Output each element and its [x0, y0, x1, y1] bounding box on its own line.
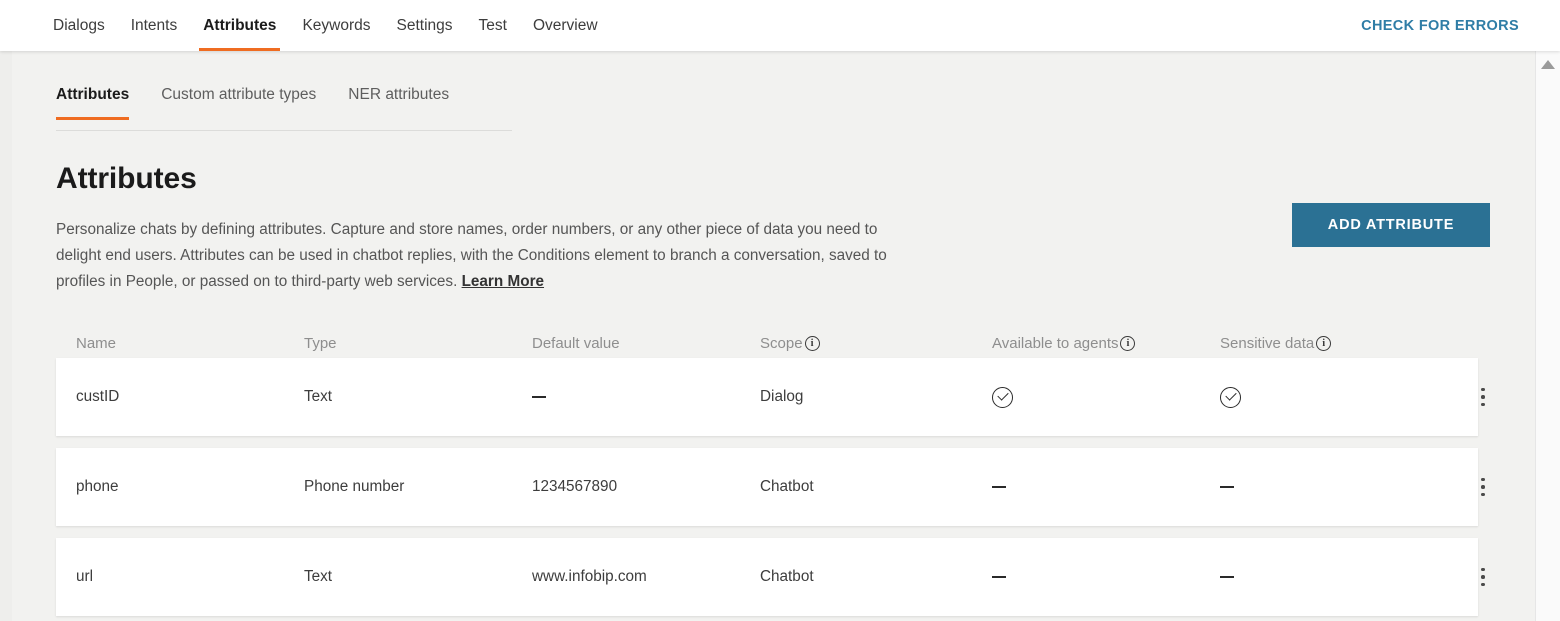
- cell-type: Text: [304, 388, 333, 405]
- column-header-label: Available to agents: [992, 334, 1119, 352]
- check-for-errors-button[interactable]: CHECK FOR ERRORS: [1361, 18, 1519, 34]
- column-header-label: Scope: [760, 334, 803, 352]
- vertical-scrollbar[interactable]: [1535, 51, 1560, 621]
- top-tab-list: Dialogs Intents Attributes Keywords Settings…: [40, 0, 611, 51]
- info-icon[interactable]: i: [1120, 335, 1136, 351]
- table-body: custID Text Dialog phone Phone number 1234567…: [56, 358, 1485, 616]
- triangle-up-icon[interactable]: [1541, 60, 1555, 69]
- table-row[interactable]: url Text www.infobip.com Chatbot: [56, 538, 1485, 616]
- column-header-name: Name: [76, 335, 304, 352]
- column-header-label: Name: [76, 334, 117, 352]
- add-attribute-button[interactable]: ADD ATTRIBUTE: [1292, 203, 1490, 247]
- cell-scope: Dialog: [760, 388, 804, 405]
- cell-sensitive-data: [1220, 576, 1448, 578]
- page-title: Attributes: [56, 162, 197, 195]
- left-gutter: [0, 51, 12, 621]
- learn-more-link[interactable]: Learn More: [462, 273, 544, 290]
- page-description: Personalize chats by defining attributes…: [56, 217, 904, 295]
- dash-icon: [532, 396, 546, 398]
- dash-icon: [992, 486, 1006, 488]
- main-content: Attributes Custom attribute types NER attr…: [12, 51, 1535, 621]
- table-header-row: Name Type Default value Scope i Available to …: [56, 328, 1478, 358]
- column-header-label: Default value: [532, 334, 620, 352]
- cell-default-value: [532, 396, 760, 398]
- cell-type: Phone number: [304, 478, 405, 495]
- sub-tab-list: Attributes Custom attribute types NER attr…: [56, 82, 512, 131]
- column-header-available-to-agents: Available to agents i: [992, 335, 1220, 352]
- table-row[interactable]: custID Text Dialog: [56, 358, 1485, 436]
- cell-scope: Chatbot: [760, 568, 814, 585]
- cell-sensitive-data: [1220, 386, 1448, 408]
- top-tab-settings[interactable]: Settings: [384, 0, 466, 51]
- top-navigation-bar: Dialogs Intents Attributes Keywords Settings…: [0, 0, 1560, 51]
- dash-icon: [1220, 576, 1234, 578]
- cell-available-to-agents: [992, 576, 1220, 578]
- row-menu-kebab-icon[interactable]: [1468, 377, 1498, 417]
- top-tab-test[interactable]: Test: [466, 0, 520, 51]
- row-menu-kebab-icon[interactable]: [1468, 467, 1498, 507]
- page-header: Attributes Personalize chats by defining…: [56, 162, 1490, 295]
- top-tab-dialogs[interactable]: Dialogs: [40, 0, 118, 51]
- column-header-label: Type: [304, 334, 337, 352]
- column-header-sensitive-data: Sensitive data i: [1220, 335, 1448, 352]
- info-icon[interactable]: i: [804, 335, 820, 351]
- column-header-scope: Scope i: [760, 335, 992, 352]
- sub-tab-attributes[interactable]: Attributes: [56, 82, 130, 120]
- cell-name: custID: [76, 388, 120, 405]
- dash-icon: [992, 576, 1006, 578]
- cell-default-value: www.infobip.com: [532, 568, 647, 585]
- cell-sensitive-data: [1220, 486, 1448, 488]
- top-tab-keywords[interactable]: Keywords: [289, 0, 383, 51]
- app-root: Dialogs Intents Attributes Keywords Settings…: [0, 0, 1560, 621]
- attributes-table: Name Type Default value Scope i Available to …: [56, 328, 1485, 616]
- cell-name: phone: [76, 478, 119, 495]
- top-tab-intents[interactable]: Intents: [118, 0, 191, 51]
- cell-type: Text: [304, 568, 333, 585]
- info-icon[interactable]: i: [1316, 335, 1332, 351]
- cell-scope: Chatbot: [760, 478, 814, 495]
- check-circle-icon: [992, 386, 1013, 408]
- cell-available-to-agents: [992, 486, 1220, 488]
- column-header-type: Type: [304, 335, 532, 352]
- top-tab-attributes[interactable]: Attributes: [190, 0, 289, 51]
- cell-name: url: [76, 568, 93, 585]
- table-row[interactable]: phone Phone number 1234567890 Chatbot: [56, 448, 1485, 526]
- column-header-default-value: Default value: [532, 335, 760, 352]
- cell-available-to-agents: [992, 386, 1220, 408]
- sub-tab-ner-attributes[interactable]: NER attributes: [348, 82, 449, 119]
- check-circle-icon: [1220, 386, 1241, 408]
- top-tab-overview[interactable]: Overview: [520, 0, 611, 51]
- row-menu-kebab-icon[interactable]: [1468, 557, 1498, 597]
- column-header-label: Sensitive data: [1220, 334, 1315, 352]
- cell-default-value: 1234567890: [532, 478, 618, 495]
- dash-icon: [1220, 486, 1234, 488]
- sub-tab-custom-attribute-types[interactable]: Custom attribute types: [161, 82, 316, 119]
